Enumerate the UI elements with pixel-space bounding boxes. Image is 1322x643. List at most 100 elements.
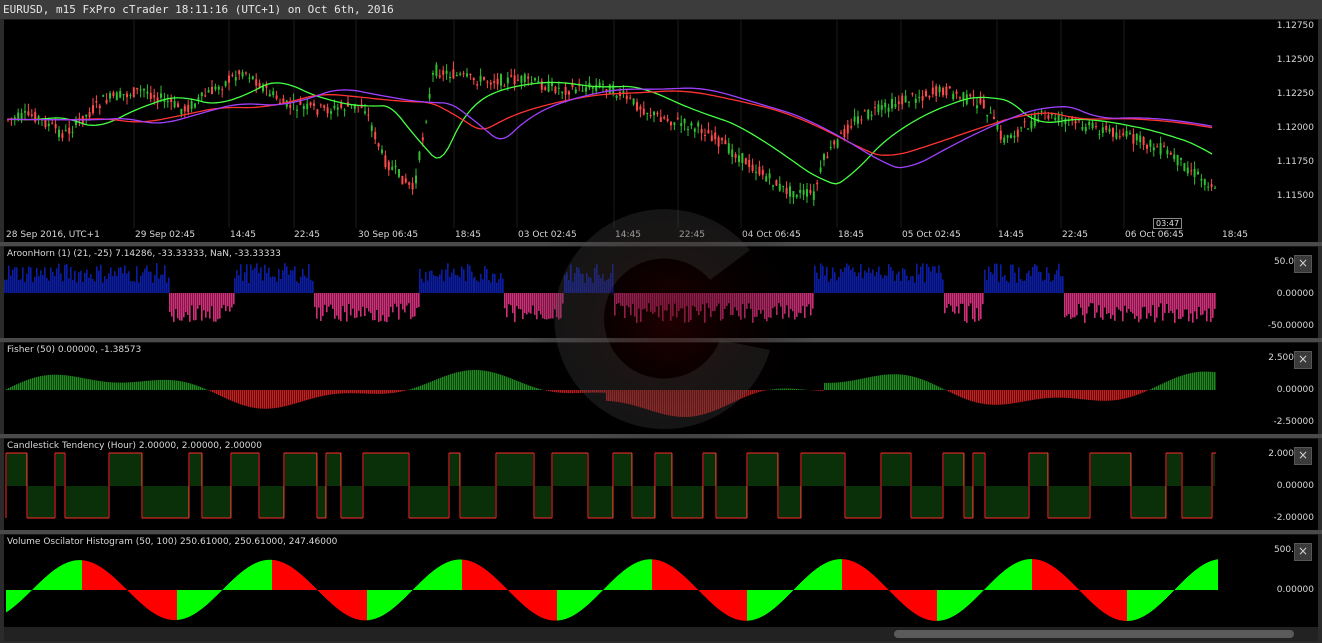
candle-body <box>333 105 336 109</box>
aroon-bar <box>124 265 126 293</box>
volume-osc-bar <box>876 577 877 590</box>
aroonhorn-pane[interactable]: AroonHorn (1) (21, -25) 7.14286, -33.333… <box>4 246 1318 339</box>
fisher-bar <box>102 381 104 390</box>
volume-osc-bar <box>268 559 269 590</box>
volume-osc-bar <box>1018 561 1019 590</box>
fisher-bar <box>750 390 752 395</box>
aroon-bar <box>844 267 846 293</box>
volume-osc-bar <box>724 590 725 614</box>
candlestick-tendency-pane[interactable]: Candlestick Tendency (Hour) 2.00000, 2.0… <box>4 438 1318 531</box>
volume-osc-bar <box>802 580 803 590</box>
aroon-bar <box>526 293 528 315</box>
volume-osc-bar <box>443 564 444 590</box>
fisher-pane[interactable]: Fisher (50) 0.00000, -1.38573 2.500 0.00… <box>4 342 1318 435</box>
volume-osc-bar <box>219 590 220 593</box>
candle-body <box>925 90 927 97</box>
horizontal-scrollbar[interactable] <box>4 627 1318 641</box>
volume-osc-bar <box>1025 559 1026 590</box>
volume-osc-bar <box>655 559 656 590</box>
volume-osc-bar <box>191 590 192 616</box>
volume-osc-bar <box>691 583 692 590</box>
volume-osc-bar <box>918 590 919 616</box>
volume-osc-bar <box>165 590 166 619</box>
volume-oscillator-canvas[interactable] <box>4 535 1318 627</box>
close-icon[interactable]: × <box>1294 543 1312 561</box>
aroon-bar <box>720 293 722 321</box>
volume-osc-bar <box>716 590 717 608</box>
fisher-bar <box>124 382 126 390</box>
fisher-bar <box>580 390 582 393</box>
volume-osc-bar <box>948 590 949 619</box>
fisher-bar <box>654 390 656 412</box>
fisher-bar <box>1110 390 1112 401</box>
aroon-bar <box>1068 293 1070 315</box>
aroon-bar <box>334 293 336 319</box>
fisher-bar <box>886 374 888 390</box>
aroon-bar <box>888 264 890 293</box>
aroon-bar <box>480 273 482 293</box>
fisher-bar <box>752 390 754 395</box>
aroon-bar <box>1004 275 1006 293</box>
volume-osc-bar <box>1043 561 1044 590</box>
time-axis[interactable]: 28 Sep 2016, UTC+1 29 Sep 02:45 14:45 22… <box>4 228 1318 242</box>
aroon-bar <box>1108 293 1110 314</box>
volume-osc-bar <box>1026 559 1027 590</box>
aroon-bar <box>558 293 560 320</box>
volume-osc-bar <box>1065 576 1066 590</box>
fisher-canvas[interactable] <box>4 343 1318 435</box>
volume-osc-bar <box>400 590 401 602</box>
volume-osc-bar <box>758 590 759 619</box>
price-chart-pane[interactable]: 1.12750 1.12500 1.12250 1.12000 1.11750 … <box>4 19 1318 229</box>
fisher-bar <box>354 390 356 394</box>
aroonhorn-canvas[interactable] <box>4 247 1318 339</box>
fisher-bar <box>46 375 48 390</box>
candle-body <box>782 185 785 187</box>
fisher-bar <box>300 390 302 402</box>
fisher-bar <box>666 390 668 415</box>
fisher-bar <box>358 390 360 394</box>
volume-osc-bar <box>257 562 258 590</box>
fisher-bar <box>246 390 248 407</box>
close-icon[interactable]: × <box>1294 447 1312 465</box>
volume-osc-bar <box>565 590 566 619</box>
fisher-bar <box>1058 390 1060 398</box>
candle-body <box>1159 143 1162 155</box>
candle-body <box>680 123 683 126</box>
volume-osc-bar <box>134 590 135 598</box>
volume-osc-bar <box>353 590 354 619</box>
fisher-bar <box>988 390 990 405</box>
volume-osc-bar <box>646 559 647 590</box>
aroon-bar <box>764 293 766 319</box>
fisher-bar <box>560 390 562 393</box>
fisher-bar <box>1084 390 1086 400</box>
aroon-bar <box>1116 293 1118 308</box>
fisher-bar <box>1106 390 1108 401</box>
aroon-bar <box>1000 264 1002 293</box>
aroon-bar <box>898 271 900 293</box>
close-icon[interactable]: × <box>1294 255 1312 273</box>
volume-osc-bar <box>295 569 296 590</box>
fisher-bar <box>674 390 676 417</box>
aroon-bar <box>300 276 302 293</box>
candle-body <box>1193 168 1196 177</box>
volume-oscillator-pane[interactable]: Volume Oscilator Histogram (50, 100) 250… <box>4 534 1318 627</box>
aroon-bar <box>342 293 344 306</box>
aroon-bar <box>156 263 158 293</box>
aroon-bar <box>116 275 118 293</box>
volume-osc-bar <box>1140 590 1141 618</box>
candlestick-tendency-canvas[interactable] <box>4 439 1318 531</box>
volume-osc-bar <box>619 574 620 590</box>
scrollbar-thumb[interactable] <box>894 630 1294 638</box>
aroon-bar <box>1094 293 1096 318</box>
volume-osc-bar <box>773 590 774 609</box>
price-chart-canvas[interactable] <box>4 20 1318 229</box>
fisher-bar <box>1086 390 1088 400</box>
aroon-bar <box>1048 272 1050 293</box>
volume-osc-bar <box>850 560 851 590</box>
volume-osc-bar <box>546 590 547 620</box>
candle-body <box>442 70 445 75</box>
volume-osc-bar <box>321 590 322 595</box>
fisher-bar <box>954 390 956 395</box>
close-icon[interactable]: × <box>1294 351 1312 369</box>
aroon-bar <box>120 267 122 293</box>
